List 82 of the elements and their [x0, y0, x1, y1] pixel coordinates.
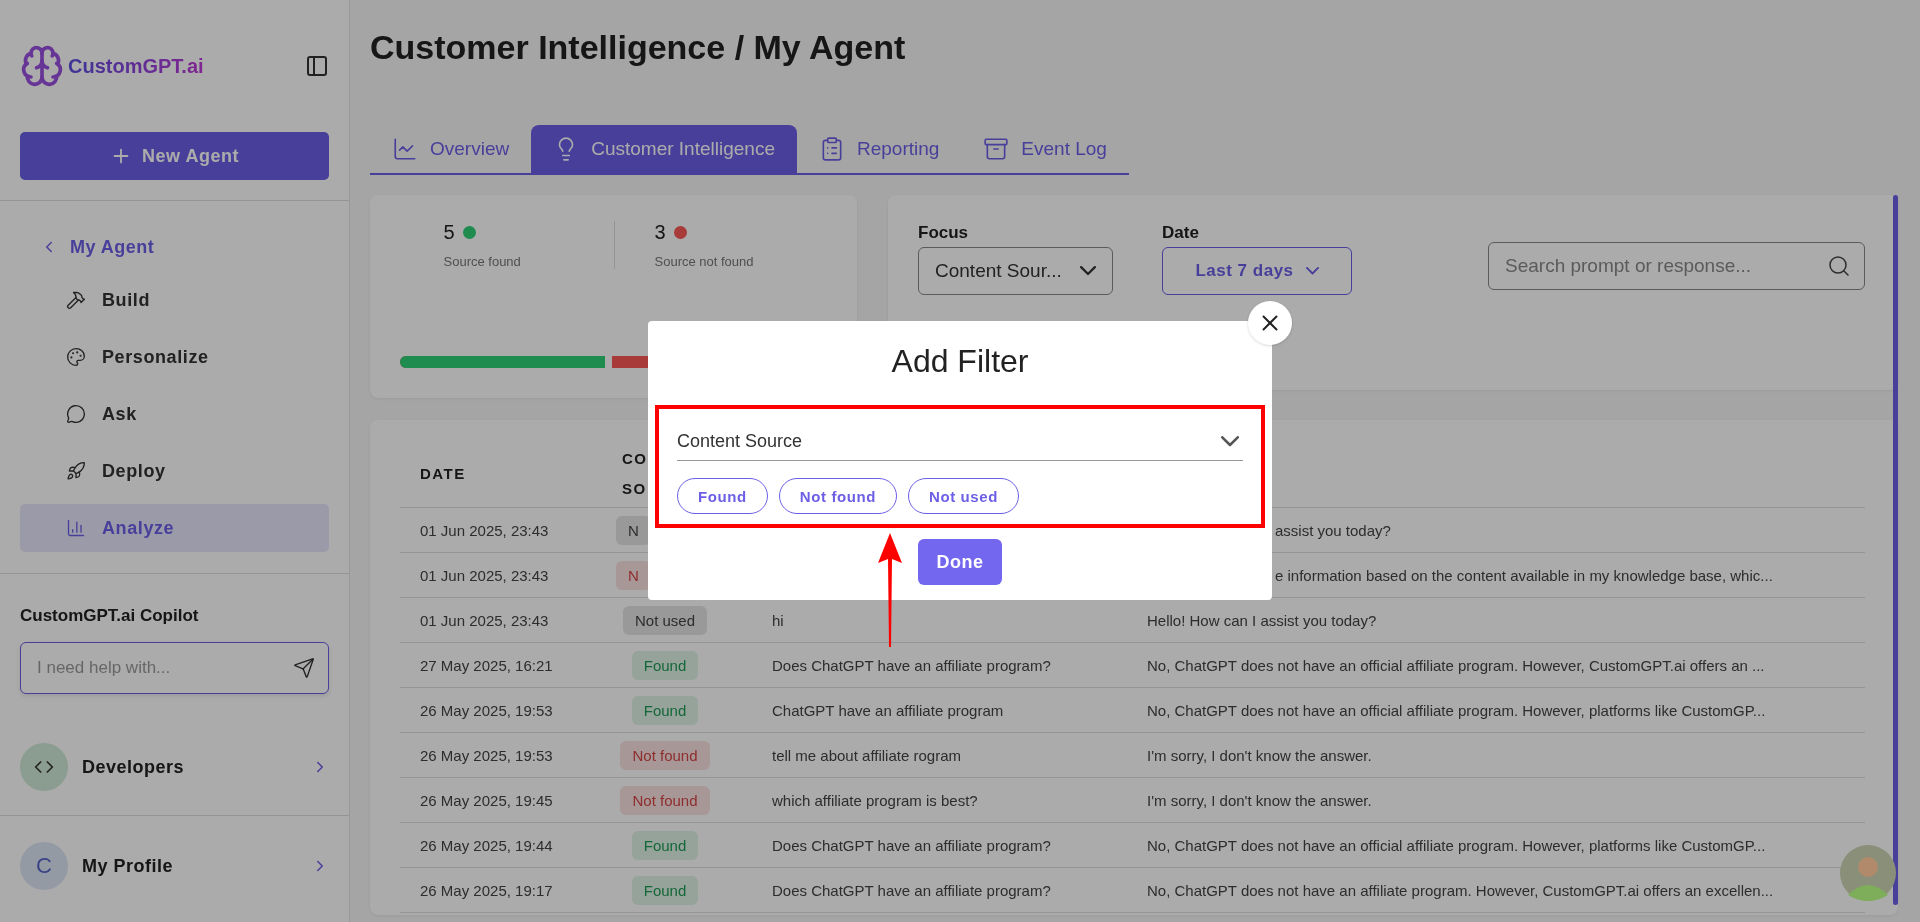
date-cell-text: 26 May 2025, 19:45 — [419, 791, 554, 809]
response-cell-text: e information based on the content available in my knowledge base, whic... — [1274, 566, 1774, 584]
bar-chart-icon — [66, 518, 86, 538]
status-badge: Found — [631, 650, 699, 680]
search-field[interactable]: Search prompt or response... — [1488, 242, 1865, 290]
response-cell-text: No, ChatGPT does not have an official affiliate program. However, platforms like CustomGP... — [1146, 836, 1767, 854]
done-button[interactable]: Done — [918, 539, 1002, 585]
stat-label: Source not found — [654, 254, 755, 269]
prompt-cell-text: ChatGPT have an affiliate program — [771, 701, 1005, 719]
status-badge: Not found — [620, 740, 710, 770]
date-cell-text: 01 Jun 2025, 23:43 — [419, 566, 550, 584]
search-icon — [1827, 254, 1851, 278]
prompt-cell-text: Does ChatGPT have an affiliate program? — [771, 836, 1052, 854]
stat-label: Source found — [443, 254, 522, 269]
profile-link[interactable]: C My Profile — [20, 842, 329, 890]
status-badge: N — [616, 560, 651, 590]
column-header: CO SO — [622, 448, 649, 499]
tab[interactable]: Customer Intelligence — [531, 125, 797, 173]
status-badge: Found — [631, 875, 699, 905]
response-cell-text: I'm sorry, I don't know the answer. — [1146, 746, 1373, 764]
column-header: DATE — [419, 463, 467, 484]
tab[interactable]: Event Log — [961, 125, 1129, 173]
sidebar-item[interactable]: Deploy — [20, 447, 329, 495]
hammer-icon — [66, 290, 86, 310]
palette-icon — [66, 347, 86, 367]
date-cell-text: 26 May 2025, 19:44 — [419, 836, 554, 854]
status-badge: N — [616, 515, 651, 545]
sidebar-item[interactable]: Build — [20, 276, 329, 324]
response-cell-text: Hello! How can I assist you today? — [1146, 611, 1378, 629]
send-icon[interactable] — [293, 657, 315, 679]
filter-chip[interactable]: Found — [677, 478, 768, 514]
sidebar-item[interactable]: Personalize — [20, 333, 329, 381]
stat-count: 3 — [654, 221, 666, 244]
copilot-title: CustomGPT.ai Copilot — [20, 606, 200, 626]
date-cell-text: 01 Jun 2025, 23:43 — [419, 611, 550, 629]
response-cell-text: I'm sorry, I don't know the answer. — [1146, 791, 1373, 809]
brain-logo-icon — [20, 44, 64, 88]
focus-label: Focus — [918, 223, 970, 243]
tab[interactable]: Overview — [370, 125, 532, 173]
chevron-down-icon — [1305, 267, 1319, 275]
date-select[interactable]: Last 7 days — [1162, 247, 1352, 295]
date-label: Date — [1162, 223, 1200, 243]
stat-count: 5 — [443, 221, 455, 244]
prompt-cell-text: hi — [771, 611, 785, 629]
response-cell-text: No, ChatGPT does not have an official affiliate program. However, platforms like CustomGP... — [1146, 701, 1767, 719]
date-cell-text: 27 May 2025, 16:21 — [419, 656, 554, 674]
dialog-title: Add Filter — [891, 343, 1029, 381]
new-agent-button[interactable]: New Agent — [20, 132, 329, 180]
developers-link[interactable]: Developers — [20, 743, 329, 791]
chevron-down-icon — [1221, 436, 1239, 447]
page-title: Customer Intelligence / My Agent — [370, 28, 907, 68]
status-badge: Not found — [620, 785, 710, 815]
sidebar-item[interactable]: Ask — [20, 390, 329, 438]
line-chart-icon — [392, 136, 418, 162]
response-cell-text: No, ChatGPT does not have an official affiliate program. However, CustomGPT.ai offers an ... — [1146, 656, 1766, 674]
date-cell-text: 26 May 2025, 19:53 — [419, 746, 554, 764]
date-cell-text: 01 Jun 2025, 23:43 — [419, 521, 550, 539]
archive-icon — [983, 136, 1010, 162]
response-cell-text: No, ChatGPT does not have an affiliate program. However, CustomGPT.ai offers an excellen... — [1146, 881, 1775, 899]
filter-chip[interactable]: Not used — [908, 478, 1019, 514]
chevron-down-icon — [1080, 266, 1096, 276]
chat-bubble-icon — [66, 404, 86, 424]
filter-chip[interactable]: Not found — [778, 478, 898, 514]
status-badge: Found — [631, 695, 699, 725]
back-link[interactable]: My Agent — [0, 227, 349, 267]
date-cell-text: 26 May 2025, 19:17 — [419, 881, 554, 899]
prompt-cell-text: tell me about affiliate rogram — [771, 746, 962, 764]
focus-select[interactable]: Content Sour... — [918, 247, 1113, 295]
response-cell-text: assist you today? — [1274, 521, 1392, 539]
scrollbar[interactable] — [1893, 195, 1898, 905]
avatar[interactable] — [1840, 845, 1896, 901]
prompt-cell-text: Does ChatGPT have an affiliate program? — [771, 881, 1052, 899]
prompt-cell-text: Does ChatGPT have an affiliate program? — [771, 656, 1052, 674]
status-badge: Found — [631, 830, 699, 860]
sidebar-toggle-icon[interactable] — [305, 54, 329, 78]
prompt-cell-text: which affiliate program is best? — [771, 791, 979, 809]
sidebar-item[interactable]: Analyze — [20, 504, 329, 552]
copilot-input-field[interactable]: I need help with... — [20, 642, 329, 694]
date-cell-text: 26 May 2025, 19:53 — [419, 701, 554, 719]
tab[interactable]: Reporting — [796, 125, 962, 173]
status-badge: Not used — [622, 605, 707, 635]
rocket-icon — [66, 461, 86, 481]
